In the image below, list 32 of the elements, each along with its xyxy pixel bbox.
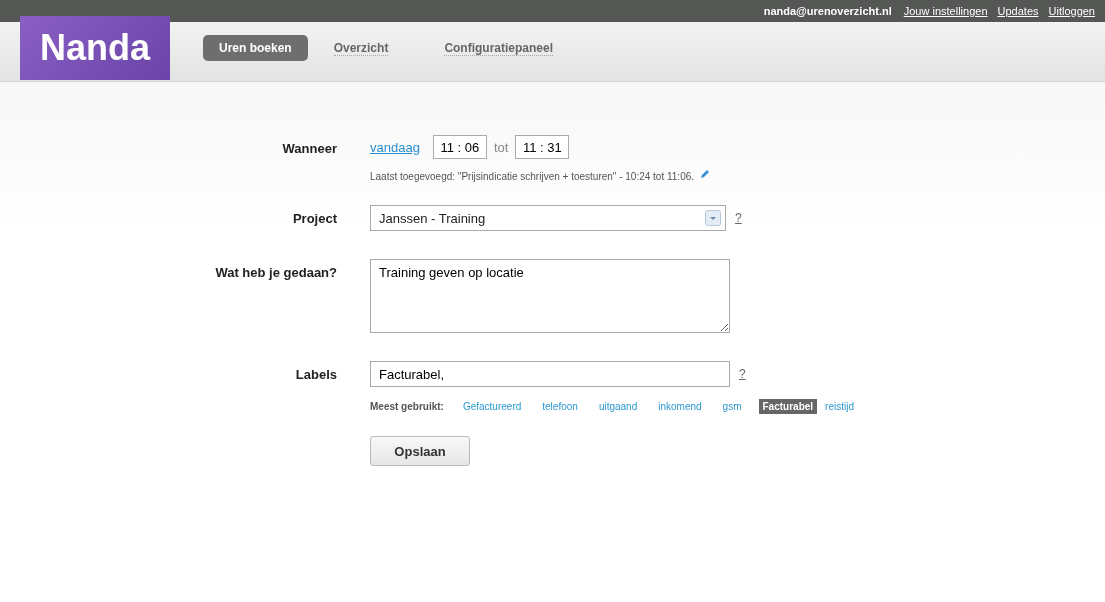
user-email: nanda@urenoverzicht.nl [763,5,892,17]
project-select[interactable]: Janssen - Training [370,205,726,231]
field-label: Labels [294,366,337,382]
label-tag[interactable]: uitgaand [594,399,642,414]
labels-field[interactable]: Facturabel, [370,361,730,387]
field-label: Wanneer [281,140,337,156]
pencil-icon[interactable] [700,168,711,179]
top-link[interactable]: Jouw instellingen [903,5,988,17]
label-tag[interactable]: inkomend [654,399,706,414]
logo[interactable]: Nanda [20,16,170,80]
most-used-label: Meest gebruikt: [370,401,444,412]
top-link[interactable]: Uitloggen [1048,5,1095,17]
nav-tab[interactable]: Overzicht [333,40,389,56]
date-link[interactable]: vandaag [370,139,420,155]
label-tag[interactable]: gsm [718,399,746,414]
label-tag[interactable]: telefoon [538,399,582,414]
start-time-field[interactable]: 11 : 06 [432,135,487,159]
nav-tab[interactable]: Configuratiepaneel [444,40,554,56]
field-label: Project [291,210,337,226]
save-button[interactable]: Opslaan [370,436,470,466]
help-link[interactable]: ? [739,367,746,381]
last-added-note: Laatst toegevoegd: "Prijsindicatie schrijven + toesturen" - 10:24 tot 11:06. [370,171,695,182]
help-link[interactable]: ? [735,211,742,225]
description-field[interactable]: Training geven op locatie [370,259,730,333]
separator-text: tot [493,139,509,155]
label-tag[interactable]: reistijd [821,399,858,414]
end-time-field[interactable]: 11 : 31 [515,135,570,159]
nav-tab[interactable]: Uren boeken [203,35,308,61]
label-tag[interactable]: Facturabel [758,399,818,414]
top-link[interactable]: Updates [997,5,1039,17]
field-label: Wat heb je gedaan? [214,264,337,280]
label-tag[interactable]: Gefactureerd [458,399,526,414]
